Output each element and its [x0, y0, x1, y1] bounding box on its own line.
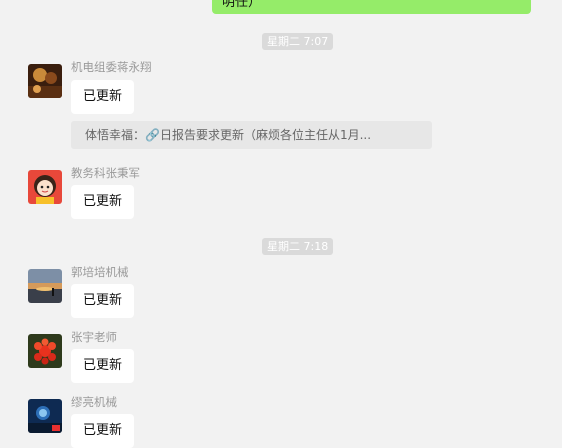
message-bubble[interactable]: 已更新 [71, 80, 134, 114]
quoted-message[interactable]: 体悟幸福：🔗日报告要求更新（麻烦各位主任从1月... [71, 121, 432, 149]
my-message-bubble[interactable]: 明任） [212, 0, 531, 14]
night-sky-avatar-icon[interactable] [28, 399, 62, 433]
chat-window: 明任） 星期二 7:07 机电组委蒋永翔 已更新 体悟幸福：🔗日报告要求更新（麻… [0, 0, 562, 448]
timestamp-label: 星期二 7:18 [262, 238, 334, 255]
red-flower-avatar-icon[interactable] [28, 334, 62, 368]
sender-name: 教务科张秉军 [71, 166, 140, 180]
message-bubble[interactable]: 已更新 [71, 284, 134, 318]
cartoon-girl-avatar-icon[interactable] [28, 170, 62, 204]
timestamp-label: 星期二 7:07 [262, 33, 334, 50]
message-bubble[interactable]: 已更新 [71, 349, 134, 383]
sender-name: 郭培培机械 [71, 265, 129, 279]
my-message-text: 明任） [222, 0, 262, 10]
sunset-avatar-icon[interactable] [28, 269, 62, 303]
message-bubble[interactable]: 已更新 [71, 414, 134, 448]
sender-name: 张宇老师 [71, 330, 117, 344]
sender-name: 缪亮机械 [71, 395, 117, 409]
message-bubble[interactable]: 已更新 [71, 185, 134, 219]
photo-avatar-icon[interactable] [28, 64, 62, 98]
sender-name: 机电组委蒋永翔 [71, 60, 152, 74]
